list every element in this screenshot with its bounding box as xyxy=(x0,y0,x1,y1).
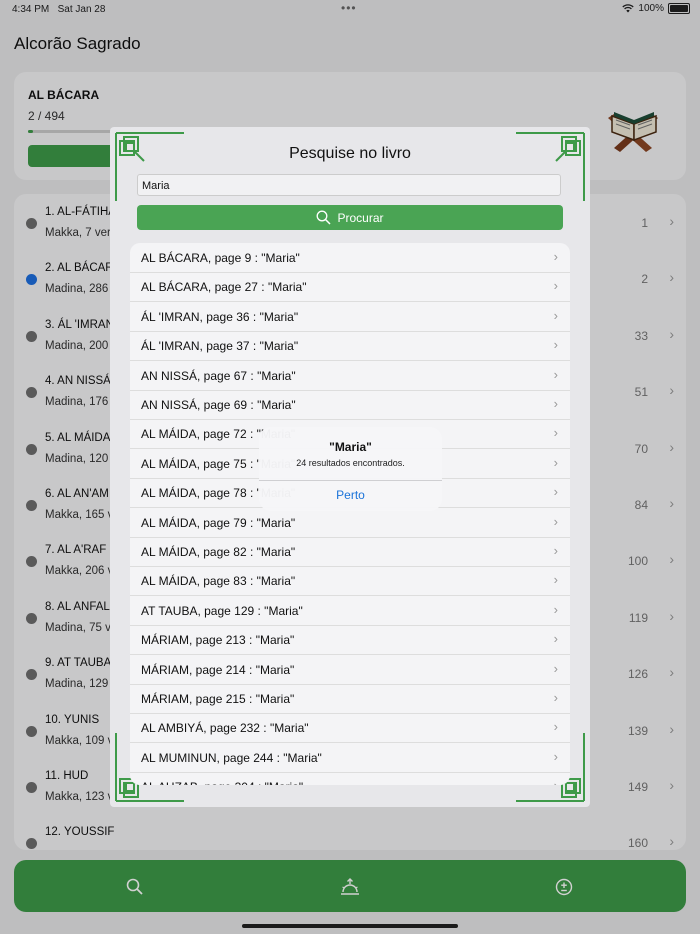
alert-close-button[interactable]: Perto xyxy=(259,488,442,502)
search-result-label: AL MÁIDA, page 83 : "Maria" xyxy=(141,574,296,589)
search-result-row[interactable]: AN NISSÁ, page 67 : "Maria" › xyxy=(130,361,570,391)
search-button[interactable]: Procurar xyxy=(137,205,563,230)
search-result-label: ÁL 'IMRAN, page 36 : "Maria" xyxy=(141,309,299,324)
search-result-row[interactable]: AL MÁIDA, page 82 : "Maria" › xyxy=(130,537,570,567)
search-result-label: MÁRIAM, page 214 : "Maria" xyxy=(141,662,295,677)
chevron-right-icon: › xyxy=(554,778,558,785)
search-result-row[interactable]: AL MUMINUN, page 244 : "Maria" › xyxy=(130,743,570,773)
chevron-right-icon: › xyxy=(553,278,558,294)
chevron-right-icon: › xyxy=(553,396,558,411)
search-result-label: AL MUMINUN, page 244 : "Maria" xyxy=(141,750,322,765)
chevron-right-icon: › xyxy=(553,366,558,382)
search-result-row[interactable]: MÁRIAM, page 213 : "Maria" › xyxy=(130,625,570,656)
search-result-row[interactable]: AL AMBIYÁ, page 232 : "Maria" › xyxy=(130,713,570,744)
search-result-label: AN NISSÁ, page 69 : "Maria" xyxy=(141,398,296,412)
search-result-row[interactable]: AN NISSÁ, page 69 : "Maria" › xyxy=(130,390,570,420)
search-result-row[interactable]: AL BÁCARA, page 9 : "Maria" › xyxy=(130,243,570,273)
search-result-row[interactable]: AT TAUBA, page 129 : "Maria" › xyxy=(130,596,570,626)
search-input[interactable]: Maria xyxy=(137,174,561,196)
chevron-right-icon: › xyxy=(553,543,558,558)
alert-divider xyxy=(259,480,442,481)
search-result-row[interactable]: AL BÁCARA, page 27 : "Maria" › xyxy=(130,272,570,303)
search-icon xyxy=(317,210,332,225)
chevron-right-icon: › xyxy=(553,631,558,647)
search-result-label: MÁRIAM, page 215 : "Maria" xyxy=(141,692,295,706)
chevron-right-icon: › xyxy=(553,719,558,735)
chevron-right-icon: › xyxy=(553,484,558,500)
alert-message: 24 resultados encontrados. xyxy=(296,458,405,468)
search-result-label: AT TAUBA, page 129 : "Maria" xyxy=(141,603,303,618)
chevron-right-icon: › xyxy=(553,690,558,705)
search-result-label: AL AMBIYÁ, page 232 : "Maria" xyxy=(141,721,309,736)
search-result-row[interactable]: AL AHZAB, page 304 : "Maria" › xyxy=(130,772,570,785)
search-result-label: MÁRIAM, page 213 : "Maria" xyxy=(141,633,295,648)
search-result-row[interactable]: ÁL 'IMRAN, page 37 : "Maria" › xyxy=(130,331,570,362)
search-result-label: ÁL 'IMRAN, page 37 : "Maria" xyxy=(141,339,299,354)
chevron-right-icon: › xyxy=(553,748,558,764)
search-results-list[interactable]: AL BÁCARA, page 9 : "Maria" › AL BÁCARA, p… xyxy=(130,243,570,785)
chevron-right-icon: › xyxy=(553,249,558,264)
chevron-right-icon: › xyxy=(553,572,558,588)
chevron-right-icon: › xyxy=(553,425,558,441)
chevron-right-icon: › xyxy=(553,513,558,529)
search-result-row[interactable]: MÁRIAM, page 215 : "Maria" › xyxy=(130,684,570,714)
chevron-right-icon: › xyxy=(553,337,558,353)
search-result-row[interactable]: MÁRIAM, page 214 : "Maria" › xyxy=(130,655,570,685)
search-result-label: AN NISSÁ, page 67 : "Maria" xyxy=(141,368,296,383)
search-result-label: AL MÁIDA, page 79 : "Maria" xyxy=(141,515,296,530)
search-button-label: Procurar xyxy=(337,210,384,225)
search-result-row[interactable]: ÁL 'IMRAN, page 36 : "Maria" › xyxy=(130,302,570,332)
chevron-right-icon: › xyxy=(553,660,558,676)
chevron-right-icon: › xyxy=(553,454,558,470)
chevron-right-icon: › xyxy=(553,601,558,617)
results-alert: "Maria" 24 resultados encontrados. Perto xyxy=(259,427,442,511)
chevron-right-icon: › xyxy=(553,307,558,323)
modal-title: Pesquise no livro xyxy=(289,145,411,162)
alert-title: "Maria" xyxy=(329,440,372,454)
search-result-row[interactable]: AL MÁIDA, page 83 : "Maria" › xyxy=(130,566,570,597)
search-result-label: AL AHZAB, page 304 : "Maria" xyxy=(141,780,303,785)
search-result-label: AL BÁCARA, page 9 : "Maria" xyxy=(141,251,300,265)
search-result-label: AL MÁIDA, page 82 : "Maria" xyxy=(141,545,296,559)
search-result-label: AL BÁCARA, page 27 : "Maria" xyxy=(141,280,307,295)
search-result-row[interactable]: AL MÁIDA, page 79 : "Maria" › xyxy=(130,508,570,538)
